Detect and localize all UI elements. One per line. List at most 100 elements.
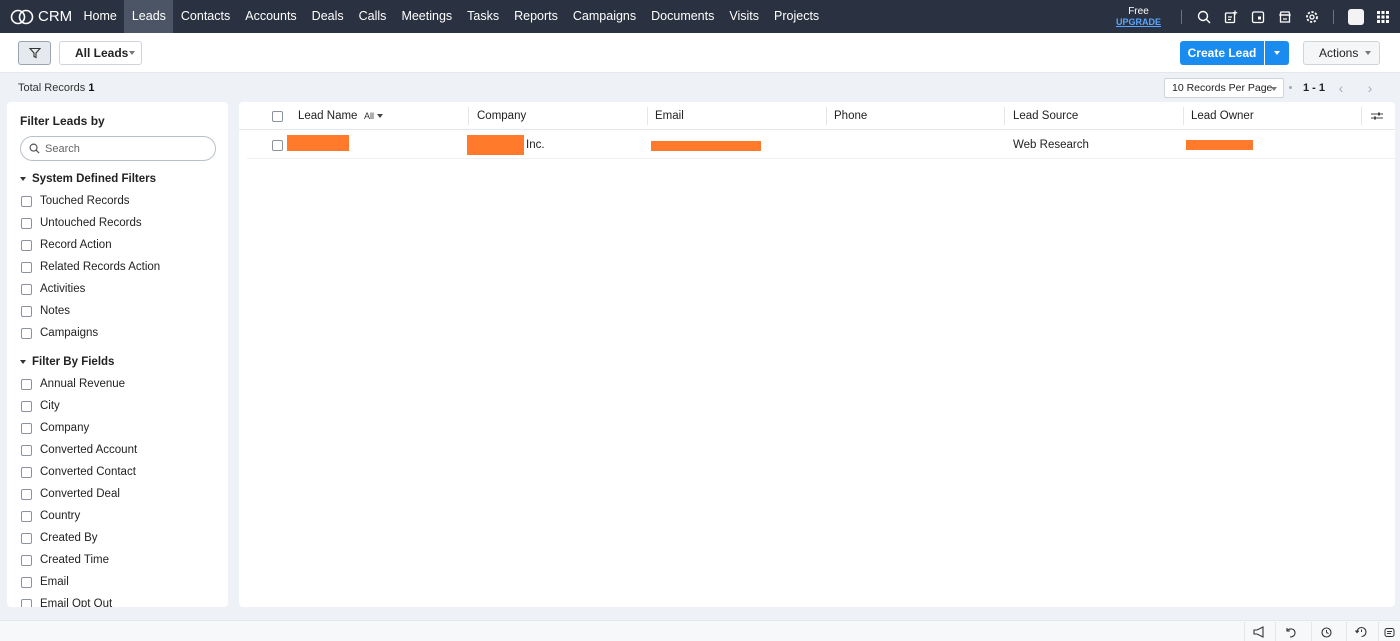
- filter-checkbox[interactable]: [21, 378, 32, 390]
- dot-divider: [1289, 86, 1292, 89]
- column-header-phone[interactable]: Phone: [834, 102, 867, 130]
- filter-item-touched-records[interactable]: Touched Records: [21, 195, 130, 207]
- filter-item-annual-revenue[interactable]: Annual Revenue: [21, 378, 125, 390]
- filter-checkbox[interactable]: [21, 327, 32, 339]
- previous-page-icon[interactable]: ‹: [1334, 80, 1348, 96]
- column-header-lead-owner[interactable]: Lead Owner: [1191, 102, 1254, 130]
- settings-icon[interactable]: [1298, 0, 1325, 33]
- filter-item-notes[interactable]: Notes: [21, 305, 70, 317]
- nav-divider: [1181, 9, 1182, 24]
- filter-checkbox[interactable]: [21, 598, 32, 607]
- avatar[interactable]: [1342, 0, 1369, 33]
- nav-item-meetings[interactable]: Meetings: [394, 0, 460, 33]
- nav-item-campaigns[interactable]: Campaigns: [565, 0, 643, 33]
- filter-checkbox[interactable]: [21, 510, 32, 522]
- nav-item-tasks[interactable]: Tasks: [460, 0, 507, 33]
- calendar-icon[interactable]: [1244, 0, 1271, 33]
- filter-checkbox[interactable]: [21, 466, 32, 478]
- search-input[interactable]: [45, 142, 195, 155]
- create-lead-button[interactable]: Create Lead: [1180, 41, 1264, 65]
- filter-item-company[interactable]: Company: [21, 422, 89, 434]
- filter-item-campaigns[interactable]: Campaigns: [21, 327, 98, 339]
- filter-item-city[interactable]: City: [21, 400, 60, 412]
- apps-grid-icon[interactable]: [1369, 0, 1396, 33]
- filter-item-created-by[interactable]: Created By: [21, 532, 98, 544]
- alarm-icon[interactable]: [1311, 622, 1341, 641]
- filter-checkbox[interactable]: [21, 261, 32, 273]
- redacted-lead-name[interactable]: [287, 135, 349, 151]
- actions-label: Actions: [1319, 46, 1359, 60]
- filter-icon: [28, 47, 41, 59]
- filter-item-activities[interactable]: Activities: [21, 283, 85, 295]
- column-settings-icon[interactable]: [1370, 109, 1388, 125]
- filter-item-converted-deal[interactable]: Converted Deal: [21, 488, 120, 500]
- filter-item-email-opt-out[interactable]: Email Opt Out: [21, 598, 112, 607]
- upgrade-block[interactable]: Free UPGRADE: [1116, 6, 1161, 28]
- collapse-triangle-icon: [20, 360, 26, 364]
- row-checkbox[interactable]: [272, 140, 283, 151]
- lead-name-filter-dropdown[interactable]: All: [364, 102, 384, 130]
- nav-item-reports[interactable]: Reports: [507, 0, 566, 33]
- filter-item-untouched-records[interactable]: Untouched Records: [21, 217, 142, 229]
- filter-checkbox[interactable]: [21, 283, 32, 295]
- next-page-icon[interactable]: ›: [1363, 80, 1377, 96]
- filter-checkbox[interactable]: [21, 422, 32, 434]
- collapse-triangle-icon: [20, 177, 26, 181]
- column-header-company[interactable]: Company: [477, 102, 526, 130]
- marketplace-icon[interactable]: [1271, 0, 1298, 33]
- upgrade-link[interactable]: UPGRADE: [1116, 17, 1161, 28]
- system-filters-section[interactable]: System Defined Filters: [20, 173, 156, 185]
- nav-item-visits[interactable]: Visits: [722, 0, 767, 33]
- sidebar-search[interactable]: [20, 136, 216, 161]
- filter-toggle-button[interactable]: [18, 41, 51, 65]
- select-all-checkbox[interactable]: [272, 111, 283, 122]
- nav-item-calls[interactable]: Calls: [351, 0, 394, 33]
- actions-button[interactable]: Actions: [1303, 41, 1380, 65]
- announcement-icon[interactable]: [1244, 622, 1274, 641]
- filter-item-converted-contact[interactable]: Converted Contact: [21, 466, 136, 478]
- filter-checkbox[interactable]: [21, 217, 32, 229]
- filter-checkbox[interactable]: [21, 554, 32, 566]
- filter-item-record-action[interactable]: Record Action: [21, 239, 112, 251]
- redacted-email[interactable]: [651, 141, 761, 151]
- nav-item-home[interactable]: Home: [76, 0, 124, 33]
- filter-checkbox[interactable]: [21, 239, 32, 251]
- nav-item-contacts[interactable]: Contacts: [173, 0, 237, 33]
- add-record-icon[interactable]: [1217, 0, 1244, 33]
- filter-checkbox[interactable]: [21, 400, 32, 412]
- create-lead-dropdown-button[interactable]: [1265, 41, 1289, 65]
- history-icon[interactable]: [1346, 622, 1376, 641]
- filter-item-created-time[interactable]: Created Time: [21, 554, 109, 566]
- filter-checkbox[interactable]: [21, 532, 32, 544]
- view-selector[interactable]: All Leads: [59, 41, 142, 65]
- records-per-page-select[interactable]: 10 Records Per Page: [1164, 78, 1284, 98]
- column-header-email[interactable]: Email: [655, 102, 684, 130]
- crm-logo[interactable]: CRM: [0, 0, 76, 33]
- nav-item-documents[interactable]: Documents: [644, 0, 722, 33]
- filter-item-converted-account[interactable]: Converted Account: [21, 444, 137, 456]
- field-filters-section[interactable]: Filter By Fields: [20, 356, 114, 368]
- table-row[interactable]: Inc. Web Research: [247, 131, 1395, 159]
- filter-item-country[interactable]: Country: [21, 510, 80, 522]
- list-toolbar: All Leads Create Lead Actions: [0, 33, 1400, 73]
- column-header-lead-source[interactable]: Lead Source: [1013, 102, 1078, 130]
- nav-item-accounts[interactable]: Accounts: [238, 0, 304, 33]
- filter-checkbox[interactable]: [21, 195, 32, 207]
- sidebar-title: Filter Leads by: [20, 114, 105, 128]
- nav-item-deals[interactable]: Deals: [304, 0, 351, 33]
- filter-checkbox[interactable]: [21, 488, 32, 500]
- filter-checkbox[interactable]: [21, 576, 32, 588]
- redacted-lead-owner[interactable]: [1186, 140, 1253, 150]
- search-icon[interactable]: [1190, 0, 1217, 33]
- filter-checkbox[interactable]: [21, 444, 32, 456]
- column-header-lead-name[interactable]: Lead Name: [298, 102, 357, 130]
- filter-item-email[interactable]: Email: [21, 576, 69, 588]
- top-navigation: CRM Home Leads Contacts Accounts Deals Calls M…: [0, 0, 1400, 33]
- undo-icon[interactable]: [1275, 622, 1305, 641]
- nav-item-projects[interactable]: Projects: [767, 0, 827, 33]
- filter-checkbox[interactable]: [21, 305, 32, 317]
- filter-item-related-records-action[interactable]: Related Records Action: [21, 261, 160, 273]
- nav-item-leads[interactable]: Leads: [124, 0, 174, 33]
- nav-right-tools: Free UPGRADE: [1116, 0, 1400, 33]
- feedback-icon[interactable]: [1378, 622, 1400, 641]
